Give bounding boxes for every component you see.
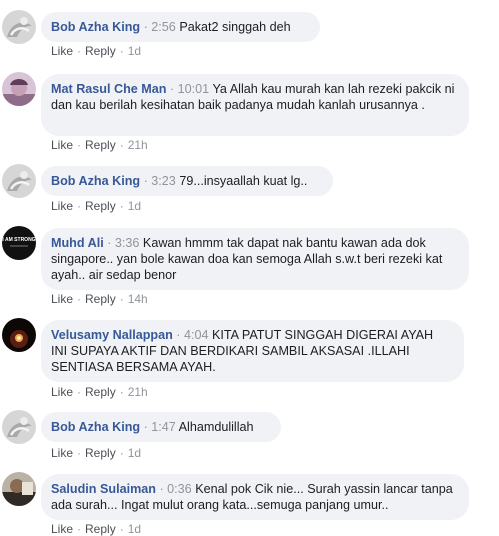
like-button[interactable]: Like [51,292,73,306]
comment-age[interactable]: 1d [128,199,141,213]
comment-author[interactable]: Bob Azha King [51,420,140,434]
avatar-muhd-ali[interactable]: I AM STRONG [2,226,36,260]
separator: · [77,292,82,306]
avatar-bob-azha-king[interactable] [2,410,36,444]
comment-age[interactable]: 1d [128,446,141,460]
comment-actions: Like · Reply · 14h [51,292,148,306]
comment-bubble: Bob Azha King · 1:47 Alhamdulillah [41,412,281,442]
avatar-saludin-sulaiman[interactable] [2,472,36,506]
comment-author[interactable]: Bob Azha King [51,20,140,34]
avatar-mat-rasul-che-man[interactable] [2,72,36,106]
comment-author[interactable]: Velusamy Nallappan [51,328,173,342]
comment-bubble: Velusamy Nallappan · 4:04 KITA PATUT SIN… [41,320,464,382]
comment-age[interactable]: 14h [128,292,148,306]
reply-button[interactable]: Reply [85,522,116,536]
separator: · [119,292,124,306]
separator: · [119,385,124,399]
like-button[interactable]: Like [51,522,73,536]
comment-author[interactable]: Mat Rasul Che Man [51,82,166,96]
reply-button[interactable]: Reply [85,385,116,399]
like-button[interactable]: Like [51,138,73,152]
reply-button[interactable]: Reply [85,199,116,213]
avatar-velusamy-nallappan[interactable] [2,318,36,352]
comment-author[interactable]: Bob Azha King [51,174,140,188]
separator: · [176,328,181,342]
comment-time[interactable]: 3:23 [151,174,176,188]
comment-time[interactable]: 0:36 [167,482,192,496]
comment-actions: Like · Reply · 1d [51,522,141,536]
comment-text: Pakat2 singgah deh [179,20,291,34]
separator: · [119,44,124,58]
separator: · [143,20,148,34]
comment-author[interactable]: Saludin Sulaiman [51,482,156,496]
reply-button[interactable]: Reply [85,44,116,58]
comment-age[interactable]: 21h [128,385,148,399]
like-button[interactable]: Like [51,199,73,213]
separator: · [119,138,124,152]
comment-time[interactable]: 10:01 [178,82,210,96]
comment-author[interactable]: Muhd Ali [51,236,104,250]
comment-text: 79...insyaallah kuat lg.. [179,174,308,188]
separator: · [107,236,112,250]
comment-age[interactable]: 21h [128,138,148,152]
comment-actions: Like · Reply · 21h [51,138,148,152]
separator: · [119,199,124,213]
like-button[interactable]: Like [51,385,73,399]
avatar-bob-azha-king[interactable] [2,10,36,44]
separator: · [77,522,82,536]
comment-time[interactable]: 3:36 [115,236,140,250]
comment-bubble: Mat Rasul Che Man · 10:01 Ya Allah kau m… [41,74,469,136]
comment-bubble: Bob Azha King · 2:56 Pakat2 singgah deh [41,12,320,42]
comment-time[interactable]: 4:04 [184,328,209,342]
like-button[interactable]: Like [51,44,73,58]
separator: · [169,82,175,96]
comment-actions: Like · Reply · 21h [51,385,148,399]
separator: · [77,199,82,213]
separator: · [77,385,82,399]
separator: · [119,446,124,460]
avatar-bob-azha-king[interactable] [2,164,36,198]
comment-time[interactable]: 1:47 [151,420,176,434]
comment-actions: Like · Reply · 1d [51,44,141,58]
comment-bubble: Bob Azha King · 3:23 79...insyaallah kua… [41,166,333,196]
comment-age[interactable]: 1d [128,44,141,58]
comment-bubble: Saludin Sulaiman · 0:36 Kenal pok Cik ni… [41,474,469,520]
separator: · [77,138,82,152]
comment-text: Alhamdulillah [178,420,254,434]
comment-actions: Like · Reply · 1d [51,199,141,213]
separator: · [119,522,124,536]
comment-age[interactable]: 1d [128,522,141,536]
reply-button[interactable]: Reply [85,292,116,306]
comment-time[interactable]: 2:56 [151,20,176,34]
comment-bubble: Muhd Ali · 3:36 Kawan hmmm tak dapat nak… [41,228,469,290]
separator: · [143,174,148,188]
reply-button[interactable]: Reply [85,138,116,152]
separator: · [77,44,82,58]
comment-actions: Like · Reply · 1d [51,446,141,460]
separator: · [77,446,82,460]
reply-button[interactable]: Reply [85,446,116,460]
separator: · [159,482,164,496]
avatar-text: I AM STRONG [2,237,35,243]
like-button[interactable]: Like [51,446,73,460]
separator: · [143,420,148,434]
